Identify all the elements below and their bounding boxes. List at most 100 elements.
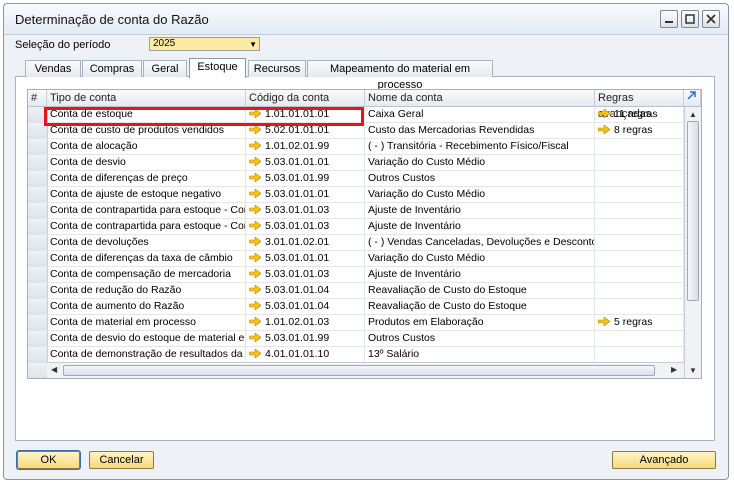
link-arrow-icon[interactable]	[598, 316, 614, 328]
row-header[interactable]	[28, 171, 48, 186]
vertical-scrollbar[interactable]: ▲ ▼	[684, 107, 701, 378]
table-row[interactable]: Conta de contrapartida para estoque - Co…	[28, 203, 684, 219]
column-header-number[interactable]: #	[28, 90, 47, 107]
advanced-rules-cell[interactable]: 11 regras	[595, 107, 684, 122]
table-row[interactable]: Conta de devoluções 3.01.01.02.01 ( - ) Ve…	[28, 235, 684, 251]
account-code-cell[interactable]: 5.03.01.01.01	[246, 251, 365, 266]
link-arrow-icon[interactable]	[249, 268, 265, 280]
advanced-rules-cell[interactable]	[595, 219, 684, 234]
link-arrow-icon[interactable]	[249, 188, 265, 200]
account-code-cell[interactable]: 5.03.01.01.01	[246, 155, 365, 170]
account-code-value[interactable]: 5.03.01.01.01	[265, 188, 329, 200]
advanced-rules-cell[interactable]	[595, 155, 684, 170]
tab-mapeamento[interactable]: Mapeamento do material em processo	[307, 60, 493, 91]
link-arrow-icon[interactable]	[249, 204, 265, 216]
table-row[interactable]: Conta de diferenças da taxa de câmbio 5.0…	[28, 251, 684, 267]
advanced-rules-cell[interactable]	[595, 251, 684, 266]
link-arrow-icon[interactable]	[249, 252, 265, 264]
link-arrow-icon[interactable]	[249, 316, 265, 328]
row-header[interactable]	[28, 315, 48, 330]
table-row[interactable]: Conta de alocação 1.01.02.01.99 ( - ) Tran…	[28, 139, 684, 155]
advanced-rules-cell[interactable]	[595, 187, 684, 202]
scroll-left-icon[interactable]: ◀	[51, 365, 57, 374]
account-code-cell[interactable]: 3.01.01.02.01	[246, 235, 365, 250]
column-header-account-code[interactable]: Código da conta	[246, 90, 365, 107]
link-arrow-icon[interactable]	[249, 348, 265, 360]
account-code-value[interactable]: 4.01.01.01.10	[265, 348, 329, 360]
account-code-cell[interactable]: 5.03.01.01.01	[246, 187, 365, 202]
row-header[interactable]	[28, 299, 48, 314]
minimize-button[interactable]	[660, 10, 678, 28]
account-code-value[interactable]: 5.03.01.01.01	[265, 252, 329, 264]
advanced-rules-cell[interactable]	[595, 235, 684, 250]
account-code-value[interactable]: 5.03.01.01.03	[265, 204, 329, 216]
account-code-cell[interactable]: 5.03.01.01.03	[246, 219, 365, 234]
account-code-value[interactable]: 5.03.01.01.03	[265, 268, 329, 280]
account-code-cell[interactable]: 5.03.01.01.04	[246, 283, 365, 298]
table-row[interactable]: Conta de ajuste de estoque negativo 5.03.…	[28, 187, 684, 203]
account-code-value[interactable]: 5.03.01.01.04	[265, 300, 329, 312]
advanced-rules-cell[interactable]	[595, 203, 684, 218]
advanced-rules-value[interactable]: 5 regras	[614, 316, 653, 328]
row-header[interactable]	[28, 155, 48, 170]
advanced-rules-cell[interactable]	[595, 299, 684, 314]
advanced-rules-cell[interactable]	[595, 283, 684, 298]
table-row[interactable]: Conta de compensação de mercadoria 5.03.0…	[28, 267, 684, 283]
tab-geral[interactable]: Geral	[143, 60, 187, 77]
ok-button[interactable]: OK	[16, 450, 81, 470]
table-row[interactable]: Conta de desvio do estoque de material e…	[28, 331, 684, 347]
column-header-advanced-rules[interactable]: Regras avançadas	[595, 90, 684, 120]
account-code-value[interactable]: 1.01.02.01.03	[265, 316, 329, 328]
account-code-cell[interactable]: 1.01.02.01.99	[246, 139, 365, 154]
scroll-down-icon[interactable]: ▼	[689, 366, 697, 375]
column-header-account-type[interactable]: Tipo de conta	[47, 90, 246, 107]
row-header[interactable]	[28, 203, 48, 218]
advanced-rules-value[interactable]: 11 regras	[614, 108, 658, 120]
link-arrow-icon[interactable]	[249, 284, 265, 296]
advanced-rules-cell[interactable]	[595, 331, 684, 346]
link-arrow-icon[interactable]	[249, 140, 265, 152]
row-header[interactable]	[28, 251, 48, 266]
table-row[interactable]: Conta de aumento do Razão 5.03.01.01.04 Re…	[28, 299, 684, 315]
table-row[interactable]: Conta de demonstração de resultados da c…	[28, 347, 684, 363]
account-code-value[interactable]: 5.03.01.01.99	[265, 172, 329, 184]
account-code-cell[interactable]: 5.03.01.01.99	[246, 171, 365, 186]
period-select[interactable]: 2025 ▼	[149, 37, 260, 51]
table-row[interactable]: Conta de contrapartida para estoque - Co…	[28, 219, 684, 235]
tab-recursos[interactable]: Recursos	[248, 60, 306, 77]
table-row[interactable]: Conta de material em processo 1.01.02.01.…	[28, 315, 684, 331]
advanced-rules-cell[interactable]	[595, 267, 684, 282]
account-code-value[interactable]: 3.01.01.02.01	[265, 236, 329, 248]
column-header-account-name[interactable]: Nome da conta	[365, 90, 595, 107]
account-code-value[interactable]: 5.03.01.01.04	[265, 284, 329, 296]
row-header[interactable]	[28, 283, 48, 298]
table-row[interactable]: Conta de diferenças de preço 5.03.01.01.9…	[28, 171, 684, 187]
row-header[interactable]	[28, 347, 48, 362]
horizontal-scrollbar[interactable]: ◀ ▶	[47, 362, 684, 378]
advanced-button[interactable]: Avançado	[612, 451, 716, 469]
advanced-rules-cell[interactable]: 8 regras	[595, 123, 684, 138]
cancel-button[interactable]: Cancelar	[89, 451, 154, 469]
link-arrow-icon[interactable]	[249, 172, 265, 184]
account-code-value[interactable]: 5.03.01.01.99	[265, 332, 329, 344]
tab-compras[interactable]: Compras	[82, 60, 142, 77]
account-code-cell[interactable]: 4.01.01.01.10	[246, 347, 365, 362]
advanced-rules-cell[interactable]	[595, 171, 684, 186]
account-code-cell[interactable]: 5.03.01.01.04	[246, 299, 365, 314]
row-header[interactable]	[28, 363, 48, 378]
tab-vendas[interactable]: Vendas	[25, 60, 81, 77]
table-row[interactable]: Conta de redução do Razão 5.03.01.01.04 Re…	[28, 283, 684, 299]
account-code-cell[interactable]: 5.03.01.01.03	[246, 267, 365, 282]
account-code-value[interactable]: 1.01.02.01.99	[265, 140, 329, 152]
expand-icon[interactable]	[684, 90, 701, 107]
advanced-rules-cell[interactable]: 5 regras	[595, 315, 684, 330]
row-header[interactable]	[28, 139, 48, 154]
account-code-cell[interactable]: 5.03.01.01.99	[246, 331, 365, 346]
link-arrow-icon[interactable]	[249, 220, 265, 232]
account-code-cell[interactable]: 5.03.01.01.03	[246, 203, 365, 218]
link-arrow-icon[interactable]	[598, 108, 614, 120]
maximize-button[interactable]	[681, 10, 699, 28]
row-header[interactable]	[28, 331, 48, 346]
tab-estoque[interactable]: Estoque	[189, 58, 246, 78]
advanced-rules-cell[interactable]	[595, 139, 684, 154]
